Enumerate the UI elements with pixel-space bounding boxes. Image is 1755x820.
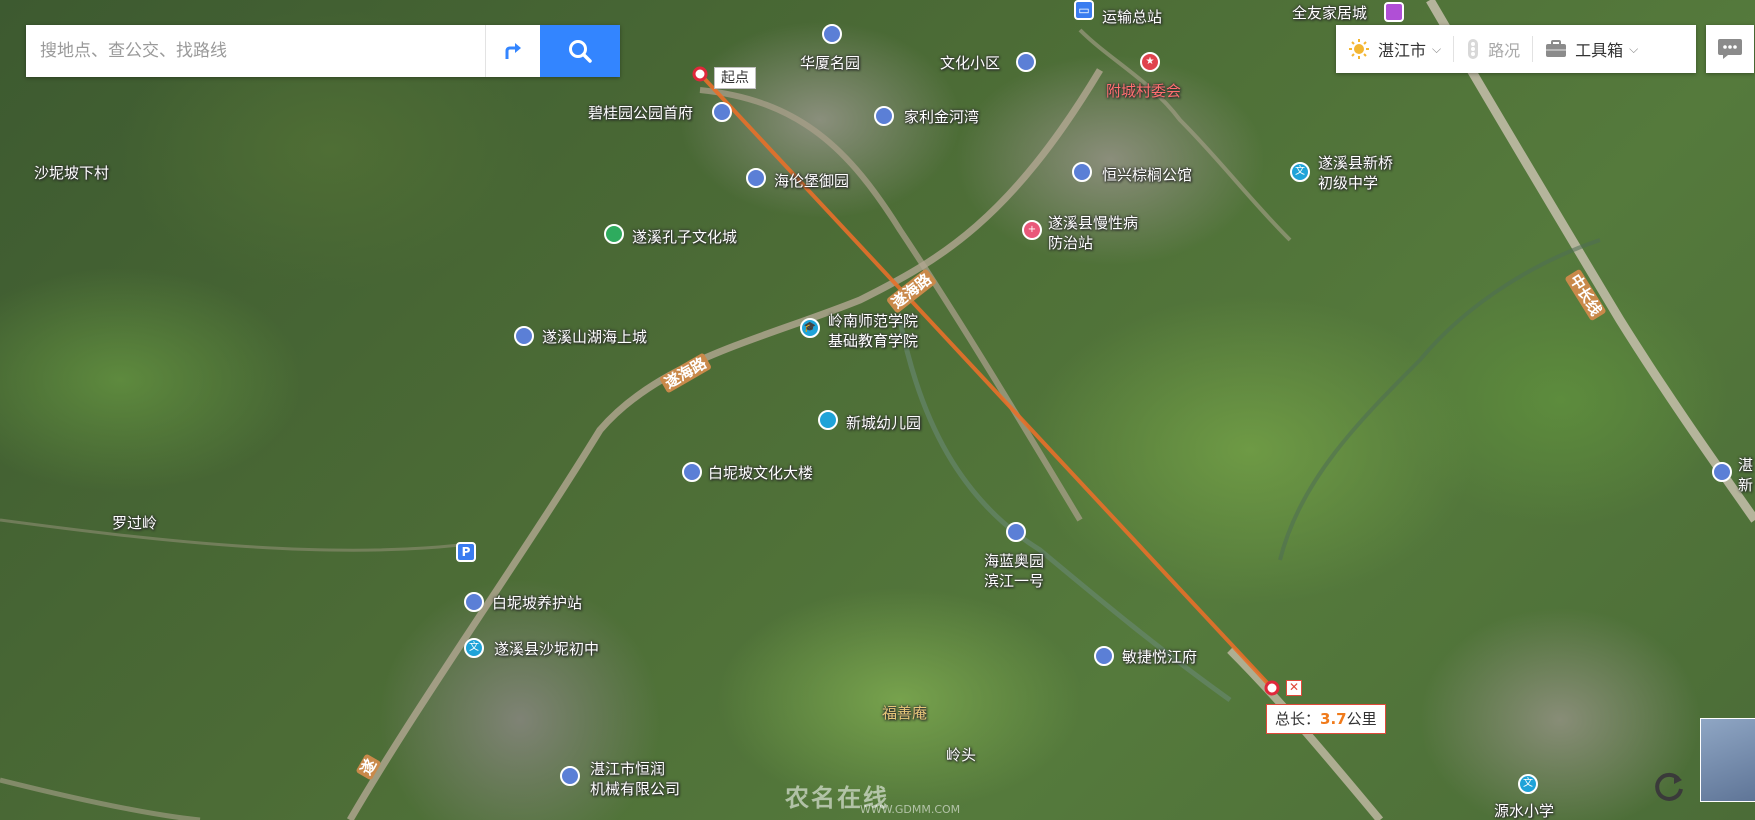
road-northeast	[1078, 28, 1292, 242]
school-icon[interactable]: 文	[1290, 162, 1310, 182]
road-west-track	[0, 518, 461, 552]
place-label: 福善庵	[882, 704, 928, 722]
search-box	[26, 25, 620, 77]
place-label: 遂溪山湖海上城	[542, 328, 648, 346]
place-label: 初级中学	[1318, 174, 1379, 192]
place-label: 基础教育学院	[828, 332, 919, 350]
place-label: 恒兴棕榈公馆	[1102, 166, 1193, 184]
toolbox-label: 工具箱	[1575, 41, 1624, 60]
traffic-label: 路况	[1488, 41, 1521, 60]
total-unit: 公里	[1346, 710, 1377, 728]
place-label: 新城幼儿园	[846, 414, 922, 432]
message-icon	[1718, 39, 1742, 59]
government-star-icon[interactable]: ★	[1140, 52, 1160, 72]
place-label: 运输总站	[1102, 8, 1163, 26]
road-suihai-west	[346, 68, 1104, 820]
chevron-down-icon: ⌵	[1629, 41, 1639, 56]
place-label: 碧桂园公园首府	[588, 104, 694, 122]
measure-close-icon[interactable]: ✕	[1286, 680, 1302, 696]
residential-icon[interactable]	[746, 168, 766, 188]
measure-start-point	[692, 66, 708, 82]
map-type-thumbnail[interactable]	[1700, 718, 1755, 802]
place-label: 家利金河湾	[904, 108, 980, 126]
chevron-down-icon: ⌵	[1432, 41, 1442, 56]
place-label: 遂溪县沙坭初中	[494, 640, 600, 658]
place-label: 遂溪孔子文化城	[632, 228, 738, 246]
measure-total-label: 总长：3.7公里	[1266, 704, 1386, 734]
building-icon[interactable]	[464, 592, 484, 612]
route-arrow-icon	[505, 43, 521, 59]
search-input[interactable]	[26, 25, 485, 77]
total-value: 3.7	[1320, 710, 1347, 728]
message-button[interactable]	[1706, 25, 1754, 73]
place-label: 海蓝奥园	[984, 552, 1045, 570]
total-prefix: 总长：	[1275, 710, 1321, 728]
place-label: 白坭坡养护站	[492, 594, 583, 612]
residential-icon[interactable]	[1094, 646, 1114, 666]
route-button[interactable]	[485, 25, 540, 77]
place-label: 岭头	[946, 746, 977, 764]
place-label: 机械有限公司	[590, 780, 681, 798]
residential-icon[interactable]	[1006, 522, 1026, 542]
parking-icon[interactable]: P	[456, 542, 476, 562]
place-label: 湛	[1738, 456, 1754, 474]
school-icon[interactable]: 文	[464, 638, 484, 658]
road-zhongchang-line	[1426, 0, 1755, 523]
building-icon[interactable]	[1712, 462, 1732, 482]
sun-icon	[1349, 39, 1369, 59]
place-label: 白坭坡文化大楼	[708, 464, 814, 482]
residential-icon[interactable]	[874, 106, 894, 126]
place-label: 遂溪县新桥	[1318, 154, 1394, 172]
watermark-url: WWW.GDMM.COM	[860, 803, 961, 816]
river-east	[1278, 238, 1601, 561]
river	[897, 319, 1232, 703]
residential-icon[interactable]	[1072, 162, 1092, 182]
measure-start-label: 起点	[714, 67, 756, 89]
measure-end-point	[1264, 680, 1280, 696]
place-label: 岭南师范学院	[828, 312, 919, 330]
building-icon[interactable]	[682, 462, 702, 482]
place-label: 源水小学	[1494, 802, 1555, 820]
place-label: 华厦名园	[800, 54, 861, 72]
scenic-icon[interactable]	[604, 224, 624, 244]
building-icon[interactable]	[560, 766, 580, 786]
city-selector[interactable]: 湛江市 ⌵	[1336, 25, 1453, 73]
place-label: 罗过岭	[112, 514, 158, 532]
road-southwest	[0, 777, 201, 820]
residential-icon[interactable]	[514, 326, 534, 346]
city-label: 湛江市	[1378, 41, 1427, 60]
place-label: 遂溪县慢性病	[1048, 214, 1139, 232]
toolbox-menu[interactable]: 工具箱 ⌵	[1533, 25, 1650, 73]
college-icon[interactable]: 🎓	[800, 318, 820, 338]
search-icon	[569, 40, 592, 63]
residential-icon[interactable]	[822, 24, 842, 44]
traffic-light-icon	[1468, 39, 1479, 59]
hospital-icon[interactable]: +	[1022, 220, 1042, 240]
place-label: 沙坭坡下村	[34, 164, 110, 182]
refresh-icon[interactable]	[1652, 770, 1686, 804]
residential-icon[interactable]	[712, 102, 732, 122]
place-label: 新	[1738, 476, 1754, 494]
place-label: 敏捷悦江府	[1122, 648, 1198, 666]
kindergarten-icon[interactable]	[818, 410, 838, 430]
place-label: 湛江市恒润	[590, 760, 666, 778]
place-label: 全友家居城	[1292, 4, 1368, 22]
school-icon[interactable]: 文	[1518, 774, 1538, 794]
store-icon[interactable]	[1384, 2, 1404, 22]
place-label: 文化小区	[940, 54, 1001, 72]
road-south-highway	[1227, 647, 1384, 820]
map-toolbar: 湛江市 ⌵ 路况 工具箱 ⌵	[1336, 25, 1696, 73]
traffic-toggle[interactable]: 路况	[1454, 25, 1532, 73]
place-label: 防治站	[1048, 234, 1094, 252]
place-label: 滨江一号	[984, 572, 1045, 590]
toolbox-icon	[1546, 40, 1567, 57]
search-button[interactable]	[540, 25, 620, 77]
bus-station-icon[interactable]: ▭	[1074, 0, 1094, 20]
place-label: 附城村委会	[1106, 82, 1182, 100]
residential-icon[interactable]	[1016, 52, 1036, 72]
place-label: 海伦堡御园	[774, 172, 850, 190]
